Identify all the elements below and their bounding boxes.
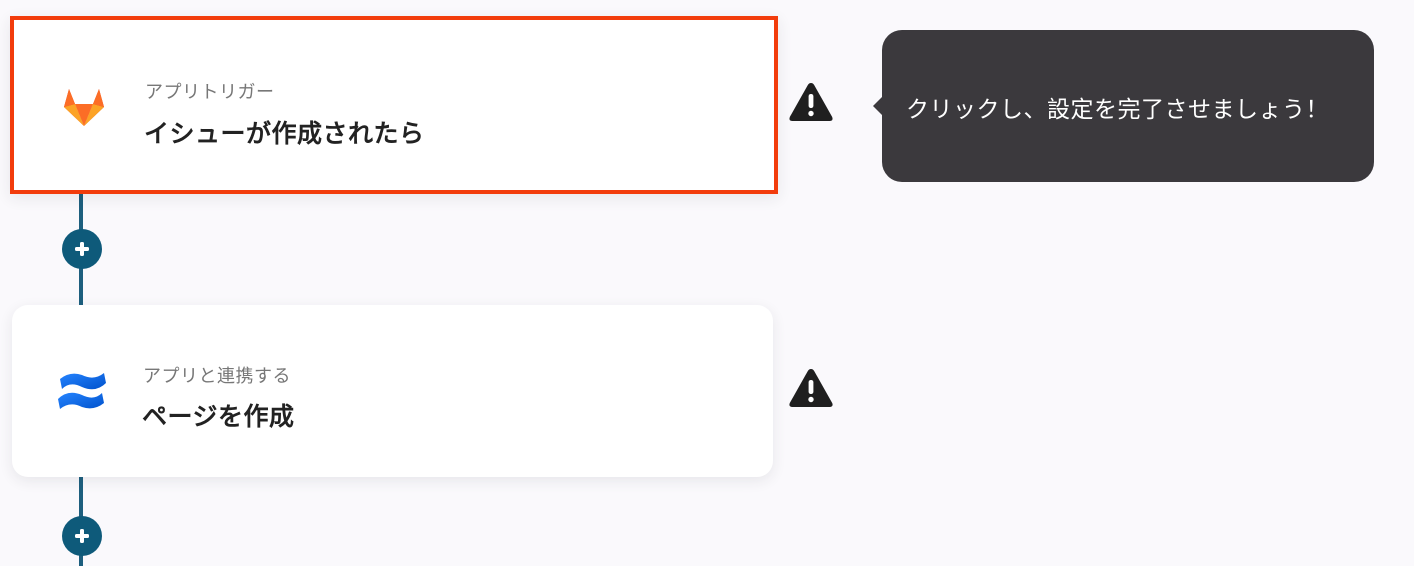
warning-icon[interactable] (787, 80, 835, 124)
plus-icon (75, 529, 89, 543)
add-step-button[interactable] (62, 229, 102, 269)
add-step-button[interactable] (62, 516, 102, 556)
plus-icon (75, 242, 89, 256)
step-type-label: アプリと連携する (143, 366, 291, 387)
trigger-step-card[interactable]: アプリトリガー イシューが作成されたら (10, 16, 778, 194)
tooltip-text: クリックし、設定を完了させましょう！ (906, 97, 1329, 123)
confluence-icon (58, 373, 106, 409)
warning-icon[interactable] (787, 366, 835, 410)
setup-tooltip: クリックし、設定を完了させましょう！ (873, 30, 1374, 182)
step-title: イシューが作成されたら (144, 119, 425, 148)
step-title: ページを作成 (142, 402, 295, 431)
gitlab-icon (64, 89, 104, 126)
action-step-card[interactable]: アプリと連携する ページを作成 (12, 305, 773, 477)
step-type-label: アプリトリガー (145, 82, 275, 103)
tooltip-arrow (873, 96, 883, 116)
